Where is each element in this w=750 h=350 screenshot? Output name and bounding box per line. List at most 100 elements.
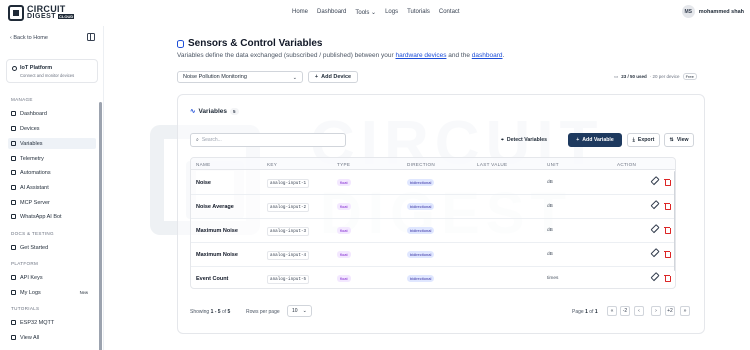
page-of: of	[589, 309, 594, 315]
last-page-button[interactable]: »	[680, 306, 690, 316]
col-unit[interactable]: UNIT	[547, 162, 559, 167]
nav-logs[interactable]: Logs	[385, 9, 398, 16]
sidebar-item-label: Dashboard	[20, 110, 47, 117]
detect-variables-label: Detect Variables	[506, 137, 547, 143]
user-menu[interactable]: MS mohammed shah	[681, 5, 744, 18]
table-row[interactable]: Noise analog-input-1 float bidirectional…	[191, 171, 675, 195]
showing-total: 5	[227, 309, 231, 315]
database-icon	[177, 39, 184, 48]
avatar: MS	[681, 5, 695, 18]
col-direction[interactable]: DIRECTION	[407, 162, 435, 167]
col-type[interactable]: TYPE	[337, 162, 350, 167]
row-type: float	[337, 227, 351, 234]
sidebar-item-mcp-server[interactable]: MCP Server	[8, 197, 96, 208]
nav-tutorials[interactable]: Tutorials	[407, 9, 430, 16]
sidebar-item-ai-assistant[interactable]: AI Assistant	[8, 182, 96, 193]
table-row[interactable]: Maximum Noise analog-input-4 float bidir…	[191, 243, 675, 267]
trash-icon[interactable]	[664, 178, 671, 186]
page-title: Sensors & Control Variables	[188, 38, 323, 49]
trash-icon[interactable]	[664, 202, 671, 210]
search-input[interactable]: ⌕ Search...	[190, 133, 346, 147]
nav-tools[interactable]: Tools ⌄	[355, 9, 376, 16]
trash-icon[interactable]	[664, 226, 671, 234]
col-last-value[interactable]: LAST VALUE	[477, 162, 507, 167]
table-row[interactable]: Event Count analog-input-5 float bidirec…	[191, 267, 675, 288]
back-to-home-link[interactable]: ‹ Back to Home	[10, 35, 48, 41]
sidebar-item-label: MCP Server	[20, 199, 50, 206]
sidebar-item-whatsapp-bot[interactable]: WhatsApp AI Bot	[8, 211, 96, 222]
telemetry-icon	[11, 156, 16, 161]
forward-two-pages-button[interactable]: +2	[665, 306, 675, 316]
export-button[interactable]: ⤓ Export	[627, 133, 660, 147]
platform-card[interactable]: IoT Platform Connect and monitor devices	[6, 59, 98, 83]
sidebar-item-label: Automations	[20, 169, 51, 176]
variables-title: Variables	[198, 107, 228, 115]
trash-icon[interactable]	[664, 274, 671, 282]
row-unit: dB	[547, 204, 553, 209]
sliders-icon: ⇅	[669, 137, 674, 143]
edit-icon[interactable]	[649, 272, 659, 282]
nav-contact[interactable]: Contact	[439, 9, 460, 16]
variable-quota: ▭ 23 / 50 used · 20 per device Free	[614, 73, 697, 80]
sidebar: ‹ Back to Home IoT Platform Connect and …	[0, 26, 104, 350]
sidebar-item-telemetry[interactable]: Telemetry	[8, 153, 96, 164]
sidebar-toggle-icon[interactable]	[87, 33, 95, 41]
first-page-button[interactable]: «	[607, 306, 617, 316]
row-name: Noise Average	[196, 204, 234, 210]
sidebar-item-devices[interactable]: Devices	[8, 123, 96, 134]
row-direction: bidirectional	[407, 251, 435, 258]
next-page-button[interactable]: ›	[651, 306, 661, 316]
edit-icon[interactable]	[649, 200, 659, 210]
row-unit: dB	[547, 228, 553, 233]
edit-icon[interactable]	[649, 224, 659, 234]
col-name[interactable]: NAME	[196, 162, 210, 167]
dashboard-link[interactable]: dashboard	[472, 52, 503, 59]
add-device-button[interactable]: + Add Device	[308, 71, 358, 83]
iot-icon	[12, 66, 17, 71]
table-row[interactable]: Maximum Noise analog-input-3 float bidir…	[191, 219, 675, 243]
plan-badge: Free	[682, 73, 697, 80]
detect-variables-button[interactable]: ⌖ Detect Variables	[491, 133, 557, 147]
hardware-devices-link[interactable]: hardware devices	[396, 52, 447, 59]
table-scrollbar[interactable]	[674, 171, 675, 271]
sidebar-item-dashboard[interactable]: Dashboard	[8, 108, 96, 119]
device-select[interactable]: Noise Pollution Monitoring ⌄	[177, 71, 303, 83]
row-direction: bidirectional	[407, 227, 435, 234]
page-current: 1	[585, 309, 588, 315]
view-button[interactable]: ⇅ View	[664, 133, 694, 147]
sidebar-item-esp32-mqtt[interactable]: ESP32 MQTT	[8, 317, 96, 328]
trash-icon[interactable]	[664, 250, 671, 258]
sidebar-item-label: ESP32 MQTT	[20, 319, 55, 326]
nav-home[interactable]: Home	[292, 9, 308, 16]
main-nav: Home Dashboard Tools ⌄ Logs Tutorials Co…	[292, 9, 460, 16]
prev-page-button[interactable]: ‹	[634, 306, 644, 316]
brand-logo[interactable]: CIRCUIT DIGEST CLOUD	[8, 4, 75, 22]
add-variable-button[interactable]: + Add Variable	[568, 133, 622, 147]
rows-per-page-select[interactable]: 10 ⌄	[287, 305, 312, 317]
row-key: analog-input-4	[267, 251, 310, 260]
back-two-pages-button[interactable]: -2	[620, 306, 630, 316]
sidebar-item-get-started[interactable]: Get Started	[8, 242, 96, 253]
sidebar-item-view-all[interactable]: View All	[8, 332, 96, 343]
edit-icon[interactable]	[649, 176, 659, 186]
col-key[interactable]: KEY	[267, 162, 277, 167]
detect-icon: ⌖	[500, 136, 504, 143]
table-row[interactable]: Noise Average analog-input-2 float bidir…	[191, 195, 675, 219]
sidebar-item-label: Get Started	[20, 244, 49, 251]
edit-icon[interactable]	[649, 248, 659, 258]
sidebar-item-my-logs[interactable]: My Logs New	[8, 287, 96, 298]
new-badge: New	[79, 290, 88, 295]
sidebar-item-api-keys[interactable]: API Keys	[8, 272, 96, 283]
export-label: Export	[637, 137, 655, 143]
nav-dashboard[interactable]: Dashboard	[317, 9, 346, 16]
row-unit: dB	[547, 252, 553, 257]
sidebar-scrollbar[interactable]	[99, 102, 102, 350]
sidebar-item-label: View All	[20, 334, 40, 341]
top-navbar: CIRCUIT DIGEST CLOUD Home Dashboard Tool…	[0, 0, 750, 26]
row-type: float	[337, 179, 351, 186]
user-name: mohammed shah	[698, 8, 744, 15]
sidebar-item-variables[interactable]: Variables	[8, 138, 96, 149]
chevron-down-icon: ⌄	[292, 75, 297, 81]
sidebar-item-automations[interactable]: Automations	[8, 167, 96, 178]
whatsapp-icon	[11, 214, 16, 219]
